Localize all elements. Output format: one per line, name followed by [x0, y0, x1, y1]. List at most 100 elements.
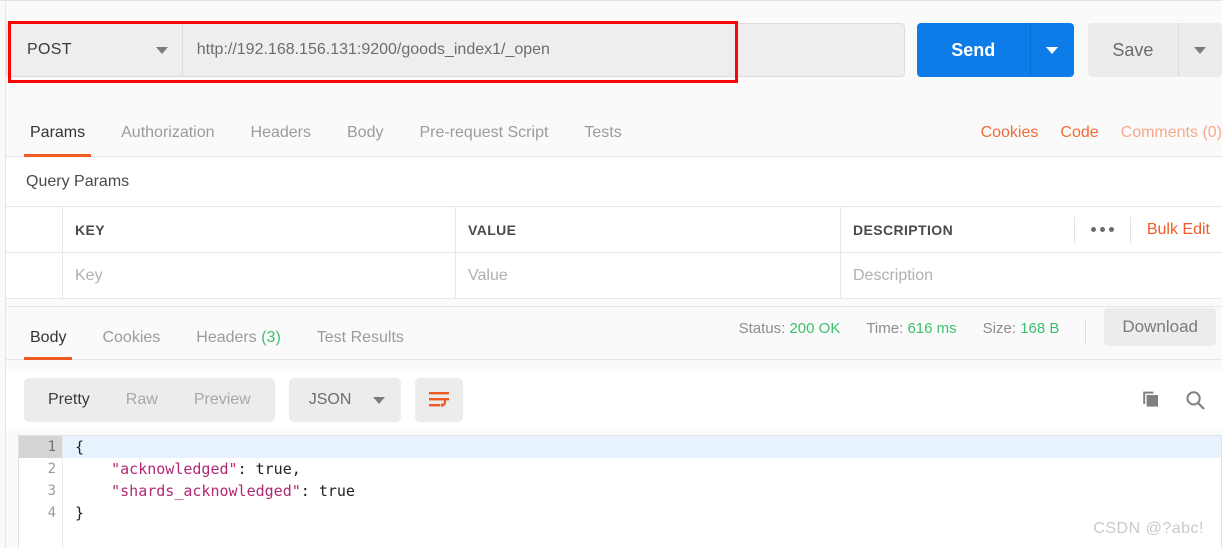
chevron-down-icon — [1194, 46, 1207, 54]
response-body-code-viewer[interactable]: 1 2 3 4 { "acknowledged": true, "shards_ack… — [18, 435, 1222, 548]
request-tab-bar: Params Authorization Headers Body Pre-re… — [6, 101, 1222, 157]
word-wrap-button[interactable] — [415, 378, 464, 422]
code-line: { — [63, 436, 1221, 458]
time-label: Time: — [866, 319, 904, 337]
download-button[interactable]: Download — [1104, 308, 1216, 346]
column-header-value: VALUE — [468, 221, 517, 238]
response-tab-cookies[interactable]: Cookies — [84, 329, 178, 359]
param-value-input[interactable]: Value — [456, 253, 841, 298]
save-button[interactable]: Save — [1088, 23, 1179, 77]
line-number: 4 — [47, 505, 56, 521]
response-tab-headers[interactable]: Headers (3) — [178, 329, 299, 359]
header-checkbox-cell — [6, 207, 63, 252]
comments-link[interactable]: Comments (0) — [1121, 124, 1222, 142]
header-value-cell: VALUE — [456, 207, 841, 252]
table-header-row: KEY VALUE DESCRIPTION Bulk Edit — [6, 207, 1222, 253]
headers-count-badge: (3) — [261, 329, 281, 346]
send-button[interactable]: Send — [916, 23, 1031, 77]
time-value: 616 ms — [907, 319, 957, 337]
tab-authorization[interactable]: Authorization — [103, 124, 232, 156]
send-options-button[interactable] — [1030, 23, 1075, 77]
dot — [1099, 227, 1105, 232]
cookies-link[interactable]: Cookies — [981, 124, 1039, 142]
json-text — [75, 482, 111, 500]
json-text: } — [75, 504, 85, 522]
code-line: "shards_acknowledged": true — [63, 480, 1221, 502]
header-key-cell: KEY — [63, 207, 456, 252]
watermark-text: CSDN @?abc! — [1093, 520, 1204, 537]
header-description-cell: DESCRIPTION Bulk Edit — [841, 207, 1222, 252]
request-tab-links: Cookies Code Comments (0) — [959, 124, 1222, 156]
json-text — [75, 460, 111, 478]
line-number: 2 — [47, 461, 56, 477]
search-button[interactable] — [1184, 389, 1206, 411]
code-lines: { "acknowledged": true, "shards_acknowle… — [63, 436, 1221, 548]
query-params-table: KEY VALUE DESCRIPTION Bulk Edit Key Valu… — [6, 206, 1222, 299]
response-body-toolbar: Pretty Raw Preview JSON — [6, 371, 1222, 429]
view-preview[interactable]: Preview — [176, 391, 269, 409]
chevron-down-icon — [155, 46, 168, 54]
divider — [1085, 319, 1087, 345]
row-checkbox-cell[interactable] — [6, 253, 63, 298]
send-button-group: Send — [916, 23, 1075, 77]
table-row: Key Value Description — [6, 253, 1222, 299]
bulk-edit-button[interactable]: Bulk Edit — [1131, 221, 1210, 239]
tab-pre-request-script[interactable]: Pre-request Script — [401, 124, 566, 156]
tab-body[interactable]: Body — [329, 124, 401, 156]
request-url-bar: POST http://192.168.156.131:9200/goods_i… — [6, 15, 1222, 85]
response-tab-test-results[interactable]: Test Results — [299, 329, 422, 359]
response-tab-body[interactable]: Body — [12, 329, 84, 360]
dot — [1090, 227, 1096, 232]
key-placeholder: Key — [75, 266, 103, 284]
save-button-group: Save — [1088, 23, 1222, 77]
response-tab-bar: Body Cookies Headers (3) Test Results St… — [6, 306, 1222, 360]
json-text: : true — [300, 482, 355, 500]
size-value: 168 B — [1020, 319, 1060, 337]
search-icon — [1186, 391, 1205, 410]
request-url-input[interactable]: http://192.168.156.131:9200/goods_index1… — [181, 23, 905, 77]
view-raw[interactable]: Raw — [108, 391, 176, 409]
response-tab-headers-label: Headers — [196, 329, 257, 346]
code-line: "acknowledged": true, — [63, 458, 1221, 480]
line-number: 1 — [19, 436, 75, 458]
line-number-gutter: 1 2 3 4 — [19, 436, 75, 548]
json-text: { — [75, 438, 85, 456]
status-meta: Status: 200 OK — [739, 320, 841, 337]
json-key: "shards_acknowledged" — [111, 482, 301, 500]
column-header-key: KEY — [75, 221, 105, 238]
tab-params[interactable]: Params — [12, 124, 103, 157]
value-placeholder: Value — [468, 266, 508, 284]
copy-button[interactable] — [1140, 389, 1162, 411]
more-options-icon[interactable] — [1073, 216, 1131, 243]
line-number: 3 — [47, 483, 56, 499]
query-params-title: Query Params — [6, 158, 1222, 206]
view-pretty[interactable]: Pretty — [30, 391, 108, 409]
save-options-button[interactable] — [1178, 23, 1222, 77]
copy-icon — [1143, 391, 1158, 407]
body-toolbar-actions — [1140, 389, 1206, 411]
size-label: Size: — [982, 319, 1017, 337]
json-text: : true, — [237, 460, 301, 478]
column-header-description: DESCRIPTION — [853, 221, 954, 238]
dot — [1108, 227, 1114, 232]
param-description-input[interactable]: Description — [841, 253, 1222, 298]
time-meta: Time: 616 ms — [866, 320, 956, 337]
description-placeholder: Description — [853, 266, 934, 284]
http-method-label: POST — [27, 41, 72, 58]
code-line: } — [63, 502, 1221, 524]
code-link[interactable]: Code — [1060, 124, 1098, 142]
chevron-down-icon — [373, 396, 386, 404]
view-mode-segmented-control: Pretty Raw Preview — [24, 378, 275, 422]
param-key-input[interactable]: Key — [63, 253, 456, 298]
size-meta: Size: 168 B — [983, 320, 1060, 337]
tab-tests[interactable]: Tests — [566, 124, 639, 156]
description-tools: Bulk Edit — [1073, 216, 1210, 243]
status-value: 200 OK — [789, 319, 841, 337]
format-select[interactable]: JSON — [288, 378, 402, 422]
format-label: JSON — [308, 391, 352, 408]
response-meta: Status: 200 OK Time: 616 ms Size: 168 B … — [739, 307, 1222, 359]
tab-headers[interactable]: Headers — [233, 124, 329, 156]
json-key: "acknowledged" — [111, 460, 238, 478]
status-label: Status: — [738, 319, 786, 337]
http-method-select[interactable]: POST — [6, 23, 182, 77]
